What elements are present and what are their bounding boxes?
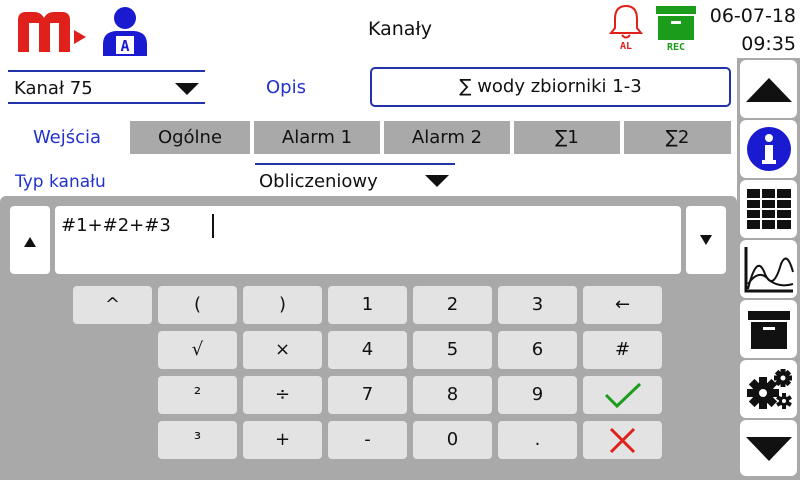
sidebar — [737, 58, 800, 480]
key-close-paren[interactable]: ) — [243, 286, 322, 324]
user-icon[interactable]: A — [100, 4, 150, 56]
key-hash[interactable]: # — [583, 331, 662, 369]
formula-input[interactable]: #1+#2+#3 — [55, 206, 681, 274]
key-8[interactable]: 8 — [413, 376, 492, 414]
arrow-down-icon — [745, 437, 792, 461]
key-open-paren[interactable]: ( — [158, 286, 237, 324]
page-title: Kanały — [367, 18, 433, 40]
table-view-button[interactable] — [740, 180, 797, 238]
key-plus[interactable]: + — [243, 421, 322, 459]
description-field[interactable]: ∑ wody zbiorniki 1-3 — [370, 67, 731, 107]
checkmark-icon — [604, 382, 642, 409]
chevron-down-icon — [175, 83, 199, 95]
bell-icon — [608, 4, 644, 39]
tab-alarm-2[interactable]: Alarm 2 — [384, 121, 510, 154]
triangle-down-icon — [700, 235, 712, 245]
alarm-indicator[interactable]: AL — [606, 2, 646, 56]
key-decimal[interactable]: . — [498, 421, 577, 459]
archive-button[interactable] — [740, 300, 797, 358]
key-divide[interactable]: ÷ — [243, 376, 322, 414]
key-1[interactable]: 1 — [328, 286, 407, 324]
scroll-down-button[interactable] — [740, 420, 797, 476]
alarm-label: AL — [619, 41, 633, 52]
archive-box-icon — [656, 6, 696, 40]
arrow-up-icon — [745, 78, 792, 102]
tab-sum-1[interactable]: ∑1 — [514, 121, 620, 154]
key-minus[interactable]: - — [328, 421, 407, 459]
confirm-button[interactable] — [583, 376, 662, 414]
channel-type-value: Obliczeniowy — [259, 171, 378, 192]
rec-label: REC — [666, 42, 686, 53]
channel-select[interactable]: Kanał 75 — [8, 70, 205, 104]
key-0[interactable]: 0 — [413, 421, 492, 459]
key-5[interactable]: 5 — [413, 331, 492, 369]
formula-text: #1+#2+#3 — [61, 215, 171, 236]
key-6[interactable]: 6 — [498, 331, 577, 369]
formula-scroll-down-button[interactable] — [686, 206, 726, 274]
key-multiply[interactable]: × — [243, 331, 322, 369]
key-7[interactable]: 7 — [328, 376, 407, 414]
cancel-button[interactable] — [583, 421, 662, 459]
tab-sum-2[interactable]: ∑2 — [624, 121, 731, 154]
rec-indicator[interactable]: REC — [654, 2, 698, 56]
key-4[interactable]: 4 — [328, 331, 407, 369]
archive-icon — [747, 311, 790, 349]
key-square[interactable]: ² — [158, 376, 237, 414]
svg-text:A: A — [120, 37, 129, 55]
chart-icon — [744, 247, 794, 293]
date-display: 06-07-18 — [709, 5, 796, 27]
key-3[interactable]: 3 — [498, 286, 577, 324]
key-9[interactable]: 9 — [498, 376, 577, 414]
tab-general[interactable]: Ogólne — [130, 121, 250, 154]
formula-scroll-up-button[interactable] — [10, 206, 50, 274]
key-2[interactable]: 2 — [413, 286, 492, 324]
close-icon — [609, 427, 636, 454]
table-icon — [746, 189, 791, 229]
key-power[interactable]: ^ — [73, 286, 152, 324]
channel-type-select[interactable]: Obliczeniowy — [255, 163, 455, 195]
text-cursor — [212, 214, 214, 238]
settings-button[interactable] — [740, 360, 797, 418]
info-icon — [746, 127, 791, 171]
info-button[interactable] — [740, 120, 797, 178]
scroll-up-button[interactable] — [740, 60, 797, 118]
key-sqrt[interactable]: √ — [158, 331, 237, 369]
brand-logo — [14, 6, 88, 56]
time-display: 09:35 — [741, 33, 796, 55]
key-cube[interactable]: ³ — [158, 421, 237, 459]
tab-alarm-1[interactable]: Alarm 1 — [254, 121, 380, 154]
chevron-down-icon — [425, 175, 449, 187]
channel-select-value: Kanał 75 — [14, 78, 93, 99]
settings-icon — [746, 369, 792, 409]
description-label: Opis — [266, 77, 306, 98]
channel-type-label: Typ kanału — [15, 172, 106, 192]
tab-inputs[interactable]: Wejścia — [8, 121, 126, 154]
chart-view-button[interactable] — [740, 240, 797, 298]
key-backspace[interactable]: ← — [583, 286, 662, 324]
triangle-up-icon — [24, 237, 36, 247]
